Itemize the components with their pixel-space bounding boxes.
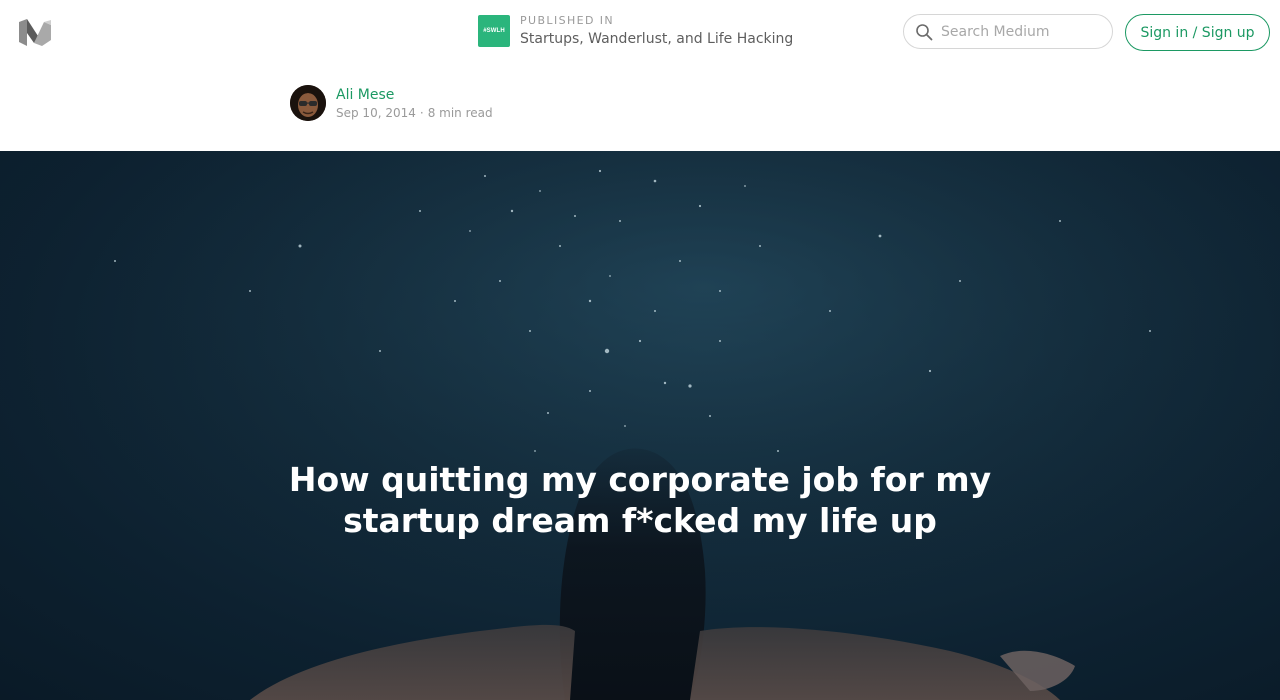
publication-logo: #SWLH: [478, 15, 510, 47]
author-info: Ali Mese Sep 10, 2014 · 8 min read: [336, 86, 493, 121]
publication-name[interactable]: Startups, Wanderlust, and Life Hacking: [520, 29, 793, 49]
search-icon: [916, 23, 933, 40]
publish-date: Sep 10, 2014: [336, 105, 416, 120]
article-page: #SWLH PUBLISHED IN Startups, Wanderlust,…: [0, 0, 1280, 700]
author-avatar[interactable]: [290, 85, 326, 121]
published-in-label: PUBLISHED IN: [520, 13, 615, 27]
search-box[interactable]: [903, 14, 1113, 49]
meta-separator: ·: [419, 105, 424, 120]
article-meta: Sep 10, 2014 · 8 min read: [336, 105, 493, 121]
read-time: 8 min read: [427, 105, 493, 120]
author-row: Ali Mese Sep 10, 2014 · 8 min read: [290, 85, 493, 121]
publication-link[interactable]: #SWLH PUBLISHED IN Startups, Wanderlust,…: [478, 14, 793, 48]
avatar-image: [290, 85, 326, 121]
top-bar: #SWLH PUBLISHED IN Startups, Wanderlust,…: [0, 0, 1280, 66]
article-title: How quitting my corporate job for my sta…: [288, 460, 992, 540]
publication-text: PUBLISHED IN Startups, Wanderlust, and L…: [520, 14, 793, 49]
underwater-photo: [0, 151, 1280, 700]
hero-image: How quitting my corporate job for my sta…: [0, 151, 1280, 700]
author-name-link[interactable]: Ali Mese: [336, 86, 493, 104]
search-input[interactable]: [941, 23, 1101, 40]
medium-logo-icon[interactable]: [18, 19, 52, 46]
sign-in-button[interactable]: Sign in / Sign up: [1125, 14, 1270, 51]
